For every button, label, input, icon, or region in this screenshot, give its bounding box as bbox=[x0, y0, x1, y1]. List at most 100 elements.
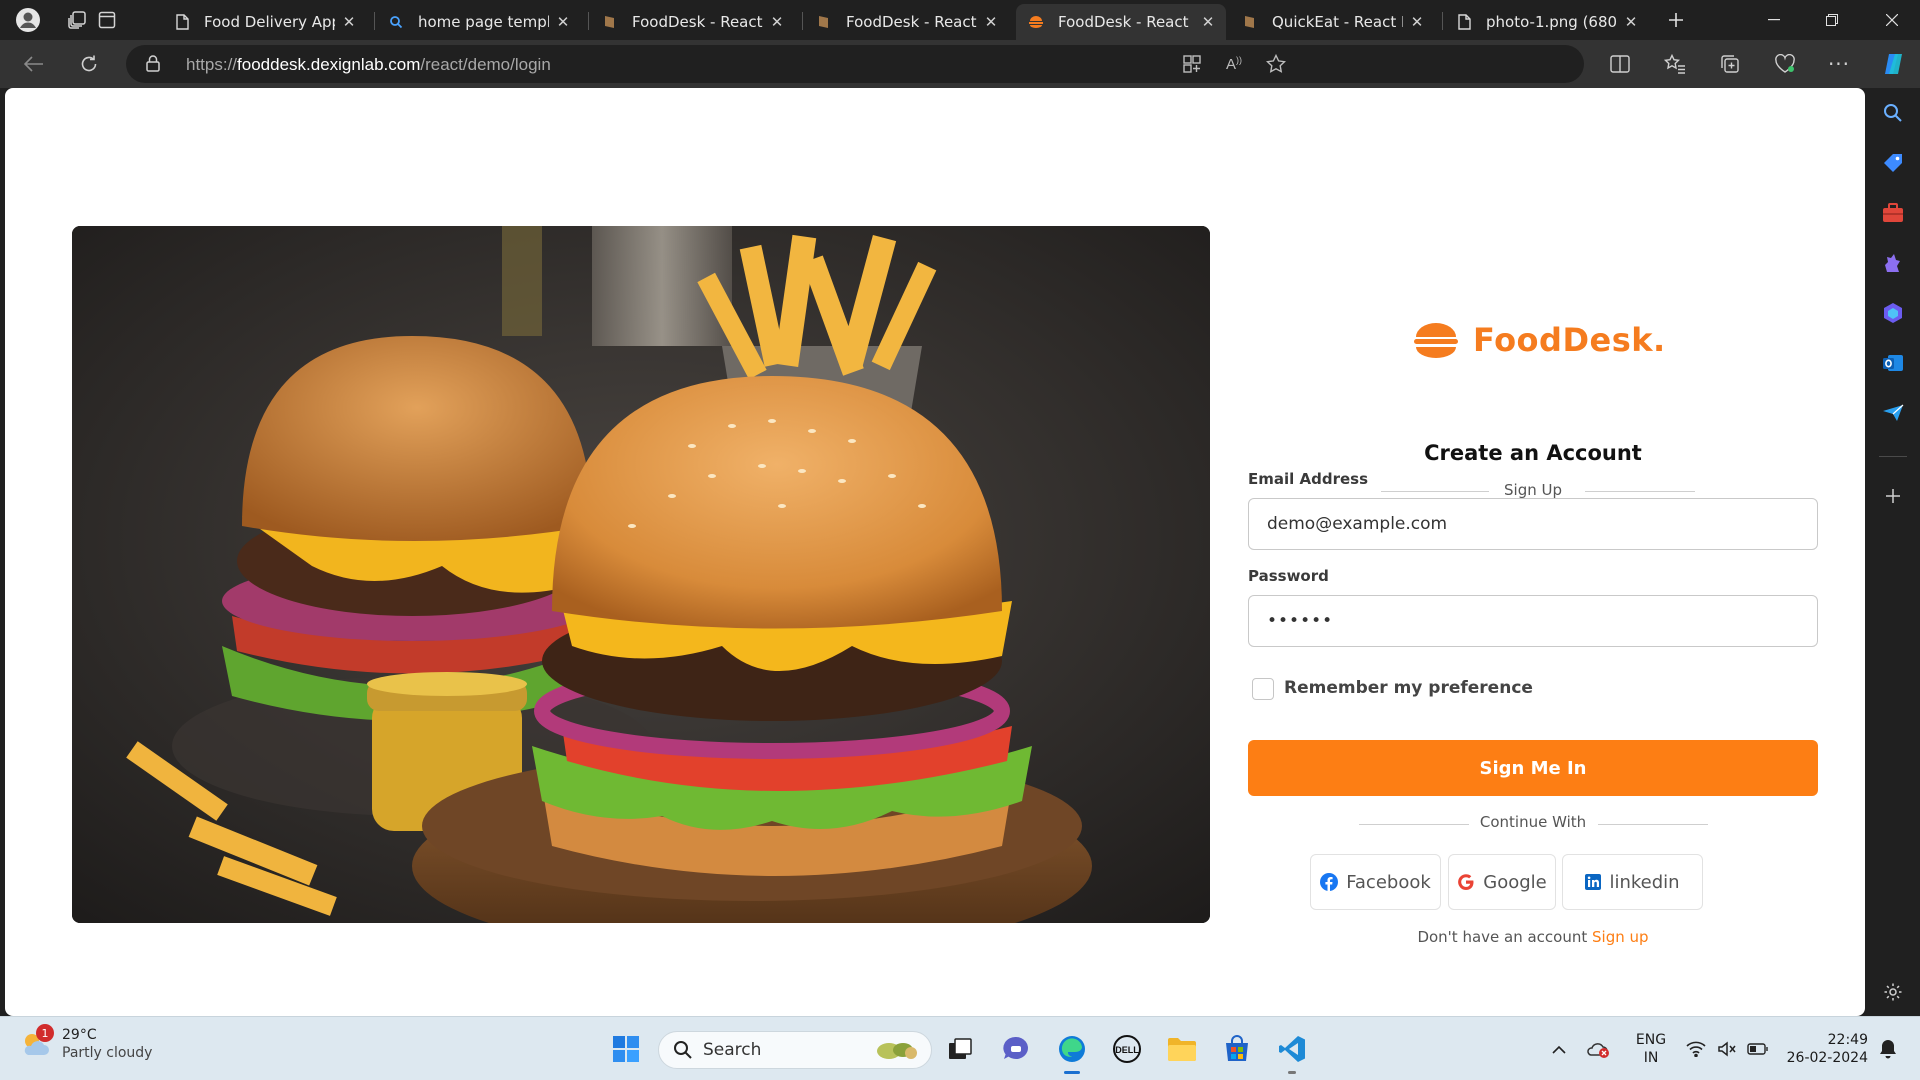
battery-icon[interactable] bbox=[1744, 1031, 1772, 1067]
dell-icon[interactable]: DELL bbox=[1109, 1031, 1145, 1067]
sidebar-outlook-icon[interactable] bbox=[1880, 350, 1906, 376]
page-icon bbox=[1456, 14, 1472, 30]
close-icon[interactable]: ✕ bbox=[1200, 13, 1216, 31]
active-indicator bbox=[1064, 1071, 1080, 1074]
burger-logo-icon bbox=[1414, 323, 1458, 358]
address-bar[interactable]: https://fooddesk.dexignlab.com/react/dem… bbox=[126, 45, 1584, 83]
teams-chat-icon[interactable] bbox=[998, 1031, 1034, 1067]
sidebar-search-icon[interactable] bbox=[1880, 100, 1906, 126]
remember-label[interactable]: Remember my preference bbox=[1284, 678, 1533, 698]
google-icon bbox=[1457, 873, 1475, 891]
close-icon[interactable]: ✕ bbox=[769, 13, 785, 31]
burger-hero-image bbox=[72, 226, 1210, 923]
sidebar-settings-icon[interactable] bbox=[1880, 979, 1906, 1005]
close-icon[interactable]: ✕ bbox=[341, 13, 357, 31]
notification-bell-icon[interactable] bbox=[1874, 1031, 1902, 1067]
region-code: IN bbox=[1643, 1050, 1659, 1066]
read-aloud-icon[interactable]: A)) bbox=[1220, 50, 1248, 78]
sidebar-games-icon[interactable] bbox=[1880, 250, 1906, 276]
sidebar-tools-icon[interactable] bbox=[1880, 200, 1906, 226]
tab-divider bbox=[374, 12, 375, 30]
signup-link[interactable]: Sign up bbox=[1592, 928, 1649, 946]
fooddesk-logo[interactable]: FoodDesk. bbox=[1413, 320, 1666, 360]
favorite-star-icon[interactable] bbox=[1262, 50, 1290, 78]
tab-home-page-template[interactable]: home page templat ✕ bbox=[376, 4, 581, 40]
tab-food-delivery-app[interactable]: Food Delivery App ✕ bbox=[162, 4, 367, 40]
collections-icon[interactable] bbox=[1714, 48, 1746, 80]
language-indicator[interactable]: ENG IN bbox=[1628, 1031, 1674, 1067]
facebook-icon bbox=[1320, 873, 1339, 891]
edge-taskbar-icon[interactable] bbox=[1054, 1031, 1090, 1074]
clock[interactable]: 22:49 26-02-2024 bbox=[1780, 1031, 1868, 1067]
sidebar-drop-icon[interactable] bbox=[1880, 400, 1906, 426]
split-screen-icon[interactable] bbox=[1604, 48, 1636, 80]
running-indicator bbox=[1288, 1071, 1296, 1074]
url-path: /react/demo/login bbox=[420, 55, 551, 74]
linkedin-label: linkedin bbox=[1609, 871, 1680, 893]
password-field[interactable]: •••••• bbox=[1248, 595, 1818, 647]
password-label: Password bbox=[1248, 567, 1329, 585]
url-host: fooddesk.dexignlab.com bbox=[237, 55, 421, 74]
google-login-button[interactable]: Google bbox=[1448, 854, 1556, 910]
close-icon[interactable]: ✕ bbox=[1409, 13, 1425, 31]
taskbar-search-placeholder: Search bbox=[703, 1040, 762, 1060]
sidebar-copilot-icon[interactable] bbox=[1880, 300, 1906, 326]
close-icon[interactable]: ✕ bbox=[1623, 13, 1639, 31]
tab-divider bbox=[588, 12, 589, 30]
close-icon[interactable]: ✕ bbox=[983, 13, 999, 31]
vertical-tabs-icon[interactable] bbox=[93, 6, 121, 34]
linkedin-icon bbox=[1585, 874, 1602, 890]
clock-time: 22:49 bbox=[1827, 1032, 1868, 1048]
restore-icon[interactable] bbox=[1808, 0, 1856, 40]
url-text: https://fooddesk.dexignlab.com/react/dem… bbox=[186, 55, 551, 75]
minimize-icon[interactable] bbox=[1750, 0, 1798, 40]
partly-cloudy-icon: 1 bbox=[20, 1024, 54, 1059]
window-close-icon[interactable] bbox=[1868, 0, 1916, 40]
copilot-icon[interactable] bbox=[1878, 48, 1910, 80]
tab-title: FoodDesk - React F bbox=[632, 13, 763, 31]
workspaces-icon[interactable] bbox=[63, 6, 91, 34]
windows-taskbar: 1 29°C Partly cloudy Search DELL ENG IN … bbox=[0, 1016, 1920, 1080]
linkedin-login-button[interactable]: linkedin bbox=[1562, 854, 1703, 910]
tab-fooddesk-2[interactable]: FoodDesk - React F ✕ bbox=[804, 4, 1009, 40]
start-icon[interactable] bbox=[608, 1031, 644, 1067]
wifi-icon[interactable] bbox=[1682, 1031, 1710, 1067]
show-hidden-icons-icon[interactable] bbox=[1545, 1031, 1573, 1067]
microsoft-store-icon[interactable] bbox=[1219, 1031, 1255, 1067]
weather-widget[interactable]: 1 29°C Partly cloudy bbox=[20, 1024, 152, 1061]
profile-avatar-icon[interactable] bbox=[14, 6, 42, 34]
onedrive-error-icon[interactable] bbox=[1584, 1031, 1612, 1067]
volume-muted-icon[interactable] bbox=[1713, 1031, 1741, 1067]
tab-fooddesk-1[interactable]: FoodDesk - React F ✕ bbox=[590, 4, 795, 40]
sidebar-shopping-icon[interactable] bbox=[1880, 150, 1906, 176]
sidebar-add-icon[interactable] bbox=[1880, 483, 1906, 509]
app-available-icon[interactable] bbox=[1178, 50, 1206, 78]
close-icon[interactable]: ✕ bbox=[555, 13, 571, 31]
email-label: Email Address bbox=[1248, 470, 1369, 488]
tab-quickeat[interactable]: QuickEat - React Re ✕ bbox=[1230, 4, 1435, 40]
tab-photo-1[interactable]: photo-1.png (680× ✕ bbox=[1444, 4, 1649, 40]
search-highlight-icon bbox=[873, 1037, 921, 1063]
tab-fooddesk-active[interactable]: FoodDesk - React O ✕ bbox=[1016, 4, 1226, 40]
remember-checkbox[interactable] bbox=[1252, 678, 1274, 700]
new-tab-icon[interactable] bbox=[1662, 6, 1690, 34]
tab-title: QuickEat - React Re bbox=[1272, 13, 1403, 31]
tab-title: FoodDesk - React O bbox=[1058, 13, 1194, 31]
sign-in-button[interactable]: Sign Me In bbox=[1248, 740, 1818, 796]
lock-icon[interactable] bbox=[146, 55, 160, 76]
facebook-login-button[interactable]: Facebook bbox=[1310, 854, 1441, 910]
back-icon[interactable] bbox=[18, 48, 50, 80]
refresh-icon[interactable] bbox=[73, 48, 105, 80]
favorites-icon[interactable] bbox=[1659, 48, 1691, 80]
fooddesk-brown-icon bbox=[602, 14, 618, 30]
url-scheme: https:// bbox=[186, 55, 238, 74]
file-explorer-icon[interactable] bbox=[1164, 1031, 1200, 1067]
taskbar-search-input[interactable]: Search bbox=[658, 1031, 932, 1069]
svg-text:DELL: DELL bbox=[1115, 1045, 1139, 1055]
vscode-icon[interactable] bbox=[1274, 1031, 1310, 1074]
task-view-icon[interactable] bbox=[942, 1031, 978, 1067]
email-field[interactable]: demo@example.com bbox=[1248, 498, 1818, 550]
browser-essentials-icon[interactable] bbox=[1769, 48, 1801, 80]
page-icon bbox=[174, 14, 190, 30]
more-options-icon[interactable]: ··· bbox=[1823, 48, 1855, 80]
